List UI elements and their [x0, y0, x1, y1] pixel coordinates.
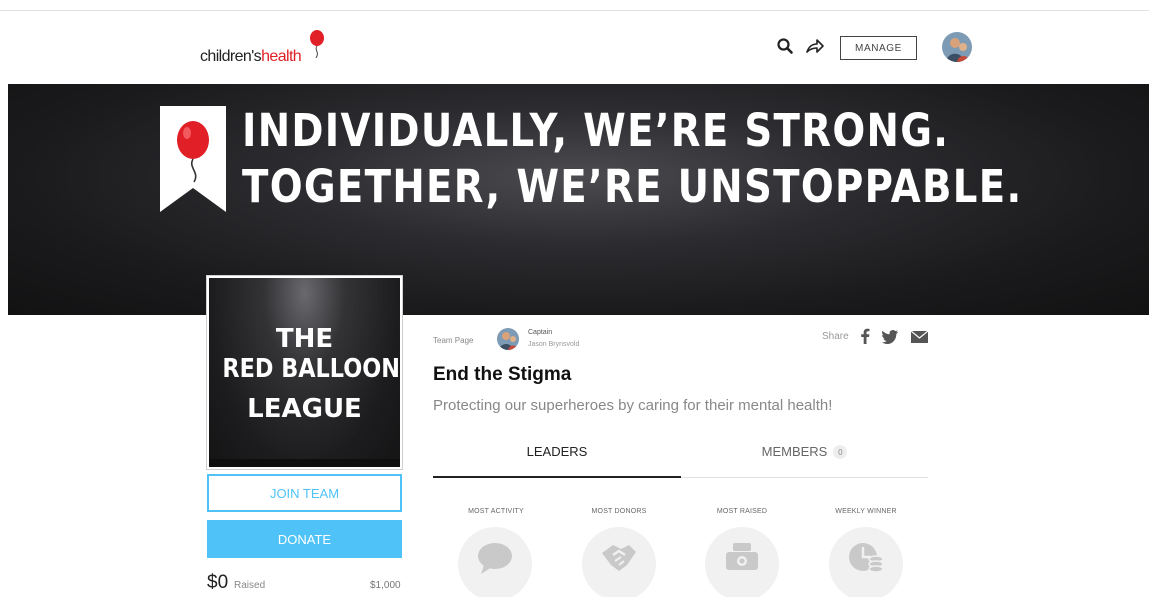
- clock-coins-icon: [849, 543, 884, 573]
- most-activity-label: MOST ACTIVITY: [468, 508, 524, 515]
- raised-label: Raised: [234, 580, 266, 591]
- raised-amount: $0: [207, 572, 229, 593]
- most-raised-label: MOST RAISED: [716, 508, 768, 515]
- donate-button[interactable]: DONATE: [207, 520, 402, 558]
- childrens-health-logo[interactable]: children'shealth: [200, 30, 324, 66]
- facebook-icon[interactable]: [860, 328, 870, 344]
- manage-button[interactable]: MANAGE: [840, 36, 917, 60]
- tab-members[interactable]: MEMBERS 0: [681, 444, 928, 478]
- search-icon[interactable]: [776, 37, 794, 55]
- most-activity-card[interactable]: [458, 527, 532, 597]
- team-tagline: Protecting our superheroes by caring for…: [433, 397, 833, 414]
- balloon-logo-icon: [310, 30, 324, 59]
- hero-banner: INDIVIDUALLY, WE’RE STRONG. TOGETHER, WE…: [8, 84, 1149, 315]
- most-raised-card[interactable]: [705, 527, 779, 597]
- members-count-badge: 0: [833, 445, 848, 459]
- tab-leaders-label: LEADERS: [526, 444, 588, 459]
- weekly-winner-label: WEEKLY WINNER: [835, 508, 897, 515]
- hero-headline-line-1: INDIVIDUALLY, WE’RE STRONG.: [242, 104, 950, 157]
- team-logo-line-2: RED BALLOON: [222, 354, 400, 384]
- user-avatar[interactable]: [942, 32, 972, 62]
- captain-label: Captain: [528, 329, 553, 336]
- top-divider: [0, 10, 1149, 11]
- logo-text: children'shealth: [200, 48, 302, 65]
- money-icon: [726, 543, 758, 570]
- team-title: End the Stigma: [433, 364, 572, 385]
- team-logo-line-3: LEAGUE: [247, 394, 362, 424]
- team-card-footer-bar: [209, 459, 400, 467]
- most-donors-label: MOST DONORS: [591, 508, 647, 515]
- team-page-label: Team Page: [433, 336, 474, 345]
- captain-avatar[interactable]: [497, 328, 519, 350]
- team-logo-card: THE RED BALLOON LEAGUE: [206, 275, 403, 470]
- chat-icon: [478, 543, 512, 574]
- tab-leaders[interactable]: LEADERS: [433, 444, 681, 478]
- team-logo-line-1: THE: [275, 324, 334, 354]
- email-icon[interactable]: [911, 331, 928, 343]
- goal-amount: $1,000: [370, 580, 401, 591]
- hero-headline-line-2: TOGETHER, WE’RE UNSTOPPABLE.: [242, 160, 1023, 213]
- most-donors-card[interactable]: [582, 527, 656, 597]
- share-label: Share: [822, 331, 849, 342]
- join-team-button[interactable]: JOIN TEAM: [207, 474, 402, 512]
- twitter-icon[interactable]: [882, 330, 898, 344]
- tab-members-label: MEMBERS: [761, 444, 828, 459]
- captain-name[interactable]: Jason Brynsvold: [528, 341, 579, 348]
- weekly-winner-card[interactable]: [829, 527, 903, 597]
- handshake-icon: [602, 545, 636, 571]
- balloon-ribbon-icon: [160, 106, 226, 212]
- share-icon[interactable]: [805, 37, 825, 55]
